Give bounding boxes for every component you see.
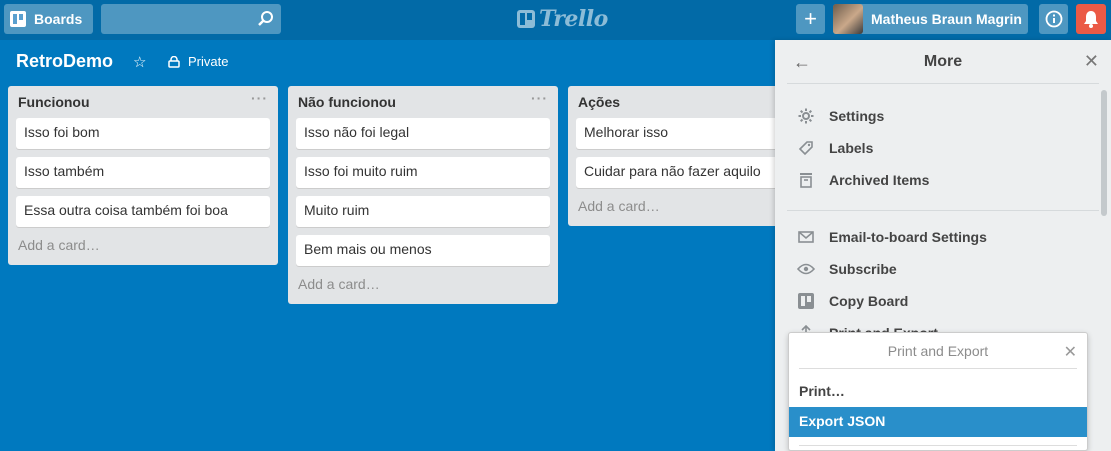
visibility-label: Private bbox=[188, 54, 229, 69]
eye-icon bbox=[797, 263, 815, 275]
trello-logo-icon bbox=[517, 10, 535, 28]
divider bbox=[799, 445, 1077, 446]
close-icon[interactable]: ✕ bbox=[1084, 51, 1099, 72]
info-button[interactable] bbox=[1039, 4, 1068, 34]
search-icon[interactable] bbox=[257, 10, 275, 28]
list-funcionou: Funcionou ··· Isso foi bom Isso também E… bbox=[8, 86, 278, 265]
export-json-option[interactable]: Export JSON bbox=[789, 407, 1087, 437]
sidebar-item-label: Labels bbox=[829, 140, 874, 156]
lock-icon bbox=[168, 55, 180, 68]
list-title[interactable]: Não funcionou bbox=[298, 94, 396, 110]
board-icon bbox=[10, 11, 26, 27]
add-button[interactable]: + bbox=[796, 4, 825, 34]
list-title[interactable]: Funcionou bbox=[18, 94, 90, 110]
board-icon bbox=[797, 293, 815, 309]
board-title[interactable]: RetroDemo bbox=[16, 51, 113, 72]
sidebar-item-archived[interactable]: Archived Items bbox=[797, 172, 929, 188]
sidebar-item-label: Settings bbox=[829, 108, 885, 124]
star-icon[interactable]: ☆ bbox=[133, 53, 146, 71]
gear-icon bbox=[797, 108, 815, 124]
avatar bbox=[833, 4, 863, 34]
sidebar-header: ← More ✕ bbox=[787, 40, 1099, 84]
sidebar-item-subscribe[interactable]: Subscribe bbox=[797, 261, 897, 277]
list-header[interactable]: Não funcionou ··· bbox=[288, 86, 558, 118]
boards-label: Boards bbox=[34, 11, 83, 27]
user-menu-button[interactable]: Matheus Braun Magrin bbox=[833, 4, 1028, 34]
card[interactable]: Isso também bbox=[16, 157, 270, 188]
sidebar-item-email[interactable]: Email-to-board Settings bbox=[797, 229, 987, 245]
sidebar-item-settings[interactable]: Settings bbox=[797, 108, 884, 124]
boards-button[interactable]: Boards bbox=[4, 4, 93, 34]
list-nao-funcionou: Não funcionou ··· Isso não foi legal Iss… bbox=[288, 86, 558, 304]
tag-icon bbox=[797, 140, 815, 156]
card[interactable]: Isso foi bom bbox=[16, 118, 270, 149]
list-menu-icon[interactable]: ··· bbox=[251, 90, 268, 106]
add-card-link[interactable]: Add a card… bbox=[288, 274, 558, 304]
user-name: Matheus Braun Magrin bbox=[871, 11, 1022, 27]
sidebar-item-labels[interactable]: Labels bbox=[797, 140, 873, 156]
sidebar-item-label: Copy Board bbox=[829, 293, 909, 309]
close-icon[interactable]: ✕ bbox=[1064, 342, 1077, 362]
info-icon bbox=[1045, 10, 1062, 28]
email-icon bbox=[797, 231, 815, 243]
sidebar-item-label: Subscribe bbox=[829, 261, 897, 277]
bell-icon bbox=[1084, 11, 1098, 28]
print-option[interactable]: Print… bbox=[789, 377, 1087, 407]
list-menu-icon[interactable]: ··· bbox=[531, 90, 548, 106]
sidebar-title: More bbox=[923, 53, 963, 70]
top-header: Boards Trello + Matheus Braun Magrin bbox=[0, 0, 1111, 40]
search-input[interactable] bbox=[101, 4, 281, 34]
archive-icon bbox=[797, 172, 815, 188]
list-title[interactable]: Ações bbox=[578, 94, 620, 110]
card[interactable]: Isso não foi legal bbox=[296, 118, 550, 149]
trello-logo[interactable]: Trello bbox=[517, 6, 608, 32]
card[interactable]: Muito ruim bbox=[296, 196, 550, 227]
sidebar-item-copy-board[interactable]: Copy Board bbox=[797, 293, 908, 309]
logo-text: Trello bbox=[539, 6, 608, 32]
divider bbox=[787, 210, 1099, 211]
popover-title: Print and Export bbox=[887, 343, 989, 359]
visibility-button[interactable]: Private bbox=[168, 54, 228, 69]
add-card-link[interactable]: Add a card… bbox=[8, 235, 278, 265]
sidebar-item-label: Archived Items bbox=[829, 172, 930, 188]
popover-header: Print and Export ✕ bbox=[799, 333, 1077, 369]
scrollbar[interactable] bbox=[1101, 90, 1107, 216]
card[interactable]: Essa outra coisa também foi boa bbox=[16, 196, 270, 227]
print-export-popover: Print and Export ✕ Print… Export JSON bbox=[788, 332, 1088, 451]
sidebar-item-label: Email-to-board Settings bbox=[829, 229, 987, 245]
card[interactable]: Bem mais ou menos bbox=[296, 235, 550, 266]
notifications-button[interactable] bbox=[1076, 4, 1106, 34]
card[interactable]: Isso foi muito ruim bbox=[296, 157, 550, 188]
plus-icon: + bbox=[804, 6, 817, 31]
list-header[interactable]: Funcionou ··· bbox=[8, 86, 278, 118]
